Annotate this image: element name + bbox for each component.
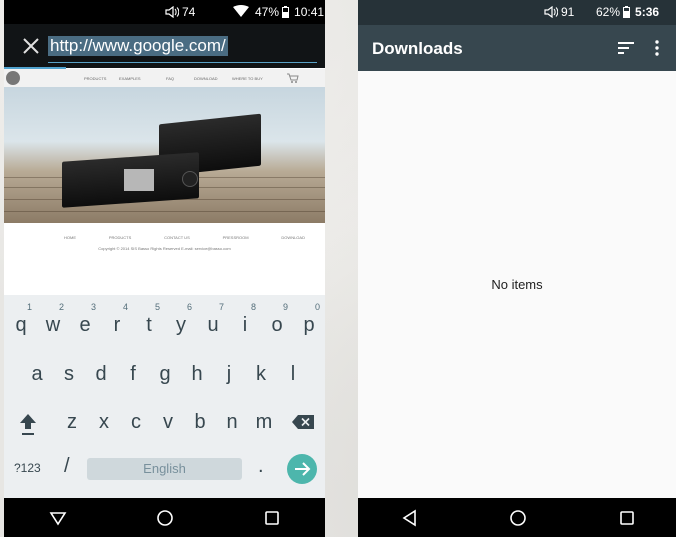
clock: 5:36 — [635, 5, 660, 19]
key-i[interactable]: 8i — [231, 302, 259, 342]
volume-indicator: 74 — [165, 5, 195, 19]
symbols-key[interactable]: ?123 — [14, 461, 41, 475]
webpage-nav-item[interactable]: DOWNLOAD — [194, 76, 218, 81]
key-o[interactable]: 9o — [263, 302, 291, 342]
site-logo — [6, 71, 20, 85]
key-g[interactable]: g — [151, 357, 179, 391]
key-d[interactable]: d — [87, 357, 115, 391]
footer-copyright: Copyright © 2014 SIS Basso Rights Reserv… — [98, 246, 231, 251]
app-bar: Downloads — [358, 25, 676, 71]
key-p[interactable]: 0p — [295, 302, 323, 342]
cart-icon[interactable] — [287, 73, 299, 83]
product-panel — [124, 169, 154, 191]
sort-icon[interactable] — [618, 41, 634, 55]
url-input[interactable]: http://www.google.com/ — [48, 36, 228, 56]
wifi-indicator — [233, 5, 249, 17]
space-key[interactable]: English — [87, 458, 242, 480]
key-r[interactable]: 4r — [103, 302, 131, 342]
webpage-hero-image — [4, 87, 325, 223]
key-q[interactable]: 1q — [7, 302, 35, 342]
webpage-footer: HOME PRODUCTS CONTACT US PRESSROOM DOWNL… — [4, 231, 325, 257]
key-n[interactable]: n — [218, 405, 246, 439]
soft-keyboard: 1q 2w 3e 4r 5t 6y 7u 8i 9o 0p a s d f g … — [4, 295, 325, 498]
product-knob — [182, 171, 198, 187]
recents-icon[interactable] — [262, 508, 282, 528]
navigation-bar — [4, 498, 325, 537]
webpage-nav-item[interactable]: EXAMPLES — [119, 76, 141, 81]
battery-indicator: 47% 10:41 — [255, 5, 324, 19]
key-f[interactable]: f — [119, 357, 147, 391]
key-t[interactable]: 5t — [135, 302, 163, 342]
clock: 10:41 — [294, 5, 325, 19]
close-icon[interactable] — [20, 35, 42, 57]
empty-state-text: No items — [491, 277, 543, 292]
key-l[interactable]: l — [279, 357, 307, 391]
webpage-nav-item[interactable]: FAQ — [166, 76, 174, 81]
downloads-phone-screen: 91 62% 5:36 Downloads No items — [358, 0, 676, 537]
key-w[interactable]: 2w — [39, 302, 67, 342]
volume-value: 91 — [561, 5, 575, 19]
page-title: Downloads — [372, 39, 463, 58]
home-icon[interactable] — [508, 508, 528, 528]
key-s[interactable]: s — [55, 357, 83, 391]
wifi-icon — [233, 5, 249, 17]
key-b[interactable]: b — [186, 405, 214, 439]
volume-icon — [165, 6, 179, 18]
overflow-menu-icon[interactable] — [655, 40, 659, 56]
key-e[interactable]: 3e — [71, 302, 99, 342]
browser-phone-screen: 74 47% 10:41 http://www.google.com/ PROD… — [4, 0, 325, 537]
status-bar: 74 47% 10:41 — [4, 0, 325, 24]
key-k[interactable]: k — [247, 357, 275, 391]
battery-icon — [282, 6, 290, 18]
footer-link[interactable]: CONTACT US — [164, 235, 190, 240]
battery-percent: 47% — [255, 5, 280, 19]
key-y[interactable]: 6y — [167, 302, 195, 342]
key-period[interactable]: . — [258, 455, 264, 478]
url-bar: http://www.google.com/ — [4, 24, 325, 68]
status-bar: 91 62% 5:36 — [358, 0, 676, 25]
navigation-bar — [358, 498, 676, 537]
key-u[interactable]: 7u — [199, 302, 227, 342]
webpage-content: PRODUCTS EXAMPLES FAQ DOWNLOAD WHERE TO … — [4, 69, 325, 295]
key-x[interactable]: x — [90, 405, 118, 439]
key-h[interactable]: h — [183, 357, 211, 391]
volume-value: 74 — [182, 5, 196, 19]
key-m[interactable]: m — [250, 405, 278, 439]
key-c[interactable]: c — [122, 405, 150, 439]
home-icon[interactable] — [155, 508, 175, 528]
footer-link[interactable]: PRODUCTS — [109, 235, 131, 240]
url-underline — [48, 62, 317, 63]
volume-icon — [544, 6, 558, 18]
volume-indicator: 91 — [544, 5, 574, 19]
go-arrow-icon — [295, 462, 311, 476]
footer-link[interactable]: PRESSROOM — [223, 235, 249, 240]
webpage-nav: PRODUCTS EXAMPLES FAQ DOWNLOAD WHERE TO … — [4, 69, 325, 87]
battery-indicator: 62% 5:36 — [596, 5, 659, 19]
back-icon[interactable] — [400, 508, 420, 528]
key-v[interactable]: v — [154, 405, 182, 439]
footer-link[interactable]: DOWNLOAD — [281, 235, 305, 240]
key-a[interactable]: a — [23, 357, 51, 391]
shift-icon[interactable] — [18, 412, 38, 438]
key-j[interactable]: j — [215, 357, 243, 391]
webpage-nav-item[interactable]: WHERE TO BUY — [232, 76, 263, 81]
webpage-nav-item[interactable]: PRODUCTS — [84, 76, 106, 81]
battery-icon — [623, 6, 631, 18]
footer-link[interactable]: HOME — [64, 235, 76, 240]
battery-percent: 62% — [596, 5, 621, 19]
go-button[interactable] — [287, 454, 317, 484]
recents-icon[interactable] — [617, 508, 637, 528]
key-z[interactable]: z — [58, 405, 86, 439]
backspace-icon[interactable] — [292, 415, 314, 429]
key-slash[interactable]: / — [64, 455, 70, 478]
back-icon[interactable] — [48, 508, 68, 528]
